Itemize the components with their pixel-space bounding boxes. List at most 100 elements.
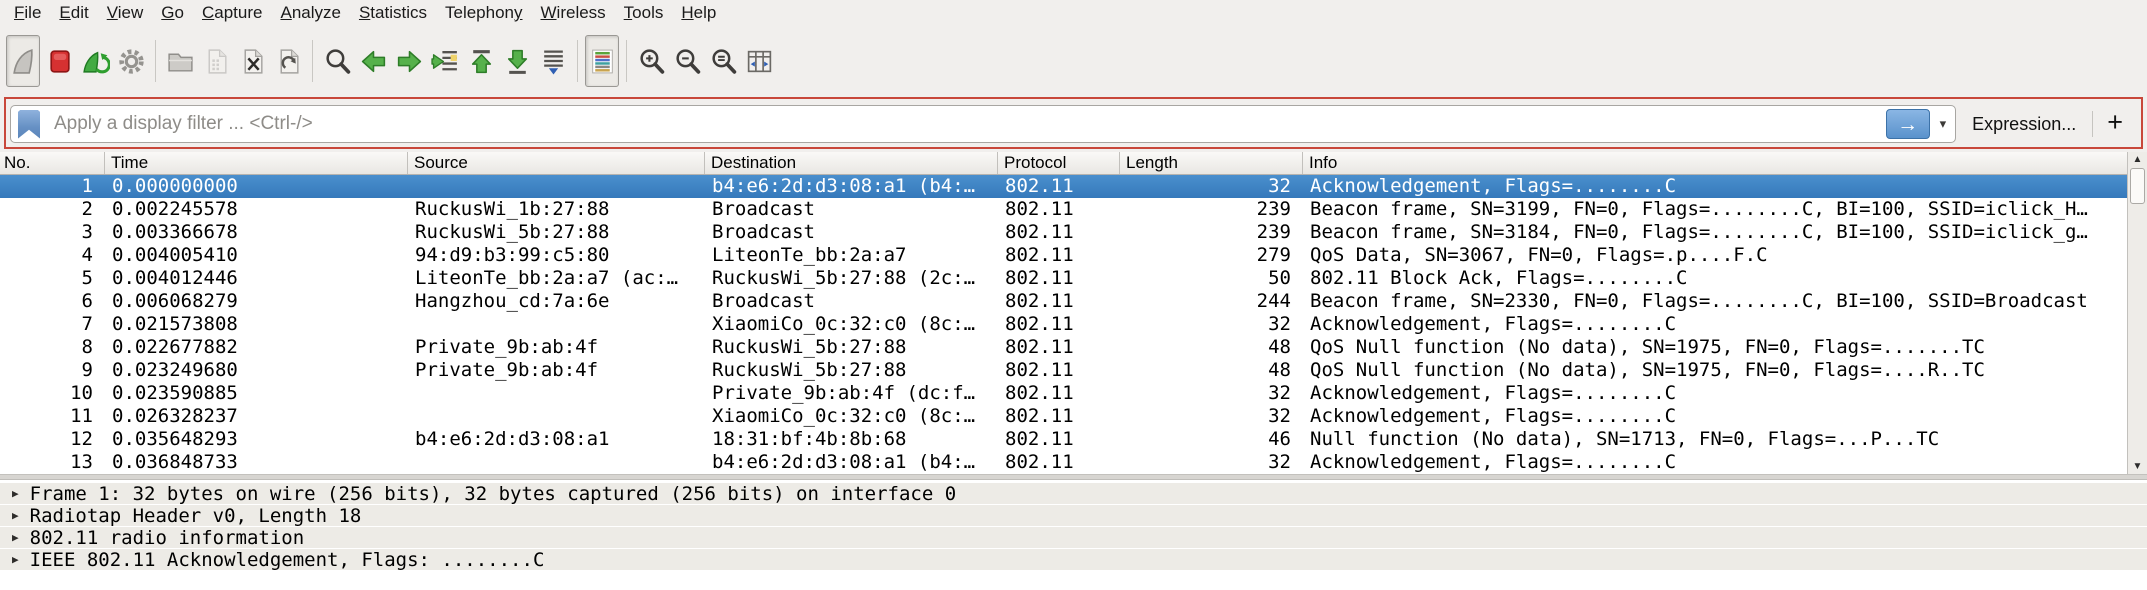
cell-time: 0.036848733: [105, 451, 408, 474]
column-header-protocol[interactable]: Protocol: [998, 152, 1120, 174]
expand-arrow-icon[interactable]: ▶: [12, 509, 19, 522]
column-header-time[interactable]: Time: [105, 152, 408, 174]
toolbar-separator: [312, 40, 313, 82]
column-header-destination[interactable]: Destination: [705, 152, 998, 174]
zoom-out-button[interactable]: [670, 35, 704, 87]
detail-row[interactable]: ▶IEEE 802.11 Acknowledgement, Flags: ...…: [0, 549, 2147, 570]
filter-history-caret-icon[interactable]: ▾: [1940, 116, 1947, 132]
cell-source: LiteonTe_bb:2a:a7 (ac:…: [408, 267, 705, 290]
open-capture-file-button[interactable]: [163, 35, 197, 87]
column-header-info[interactable]: Info: [1303, 152, 2147, 174]
packet-row-9[interactable]: 90.023249680Private_9b:ab:4fRuckusWi_5b:…: [0, 359, 2127, 382]
cell-length: 46: [1120, 428, 1303, 451]
scroll-up-arrow-icon[interactable]: ▲: [2128, 152, 2147, 167]
cell-time: 0.006068279: [105, 290, 408, 313]
detail-row[interactable]: ▶ 802.11 radio information: [0, 527, 2147, 548]
detail-text: 802.11 radio information: [30, 527, 305, 549]
open-capture-file-icon: [166, 47, 195, 76]
save-capture-file-button[interactable]: [199, 35, 233, 87]
add-filter-button[interactable]: +: [2093, 107, 2137, 141]
restart-capture-button[interactable]: [78, 35, 112, 87]
cell-time: 0.023590885: [105, 382, 408, 405]
menu-edit[interactable]: Edit: [50, 3, 97, 23]
cell-length: 32: [1120, 382, 1303, 405]
zoom-original-icon: [709, 47, 738, 76]
detail-text: Radiotap Header v0, Length 18: [30, 505, 362, 527]
cell-source: [408, 175, 705, 198]
apply-filter-button[interactable]: →: [1886, 109, 1930, 139]
cell-length: 48: [1120, 336, 1303, 359]
expression-button[interactable]: Expression...: [1956, 114, 2092, 135]
go-back-button[interactable]: [356, 35, 390, 87]
cell-info: Beacon frame, SN=3184, FN=0, Flags=.....…: [1303, 221, 2127, 244]
menu-view[interactable]: View: [98, 3, 153, 23]
menu-go[interactable]: Go: [152, 3, 193, 23]
cell-protocol: 802.11: [998, 382, 1120, 405]
menu-tools[interactable]: Tools: [615, 3, 673, 23]
auto-scroll-button[interactable]: [536, 35, 570, 87]
main-toolbar: [0, 26, 2147, 96]
menu-file[interactable]: File: [5, 3, 50, 23]
find-packet-button[interactable]: [320, 35, 354, 87]
go-back-icon: [359, 47, 388, 76]
cell-source: Hangzhou_cd:7a:6e: [408, 290, 705, 313]
cell-protocol: 802.11: [998, 451, 1120, 474]
packet-row-4[interactable]: 40.00400541094:d9:b3:99:c5:80LiteonTe_bb…: [0, 244, 2127, 267]
reload-capture-file-button[interactable]: [271, 35, 305, 87]
menu-help[interactable]: Help: [672, 3, 725, 23]
packet-row-11[interactable]: 110.026328237XiaomiCo_0c:32:c0 (8c:…802.…: [0, 405, 2127, 428]
cell-protocol: 802.11: [998, 244, 1120, 267]
packet-row-13[interactable]: 130.036848733b4:e6:2d:d3:08:a1 (b4:…802.…: [0, 451, 2127, 474]
packet-list-scrollbar[interactable]: ▲ ▼: [2127, 152, 2147, 474]
resize-columns-button[interactable]: [742, 35, 776, 87]
cell-protocol: 802.11: [998, 313, 1120, 336]
packet-row-1[interactable]: 10.000000000b4:e6:2d:d3:08:a1 (b4:…802.1…: [0, 175, 2127, 198]
packet-row-6[interactable]: 60.006068279Hangzhou_cd:7a:6eBroadcast80…: [0, 290, 2127, 313]
find-packet-icon: [323, 47, 352, 76]
menu-statistics[interactable]: Statistics: [350, 3, 436, 23]
expand-arrow-icon[interactable]: ▶: [12, 553, 19, 566]
colorize-packets-button[interactable]: [585, 35, 619, 87]
packet-row-3[interactable]: 30.003366678RuckusWi_5b:27:88Broadcast80…: [0, 221, 2127, 244]
packet-row-2[interactable]: 20.002245578RuckusWi_1b:27:88Broadcast80…: [0, 198, 2127, 221]
column-header-no[interactable]: No.: [0, 152, 105, 174]
cell-source: Private_9b:ab:4f: [408, 336, 705, 359]
go-to-packet-button[interactable]: [428, 35, 462, 87]
packet-row-12[interactable]: 120.035648293b4:e6:2d:d3:08:a118:31:bf:4…: [0, 428, 2127, 451]
expand-arrow-icon[interactable]: ▶: [12, 531, 19, 544]
packet-row-8[interactable]: 80.022677882Private_9b:ab:4fRuckusWi_5b:…: [0, 336, 2127, 359]
column-header-length[interactable]: Length: [1120, 152, 1303, 174]
go-first-packet-icon: [467, 47, 496, 76]
menu-wireless[interactable]: Wireless: [532, 3, 615, 23]
cell-length: 239: [1120, 198, 1303, 221]
toolbar-separator: [577, 40, 578, 82]
stop-capture-button[interactable]: [42, 35, 76, 87]
scroll-down-arrow-icon[interactable]: ▼: [2128, 459, 2147, 474]
detail-row[interactable]: ▶Frame 1: 32 bytes on wire (256 bits), 3…: [0, 483, 2147, 504]
packet-row-10[interactable]: 100.023590885Private_9b:ab:4f (dc:f…802.…: [0, 382, 2127, 405]
menu-telephony[interactable]: Telephony: [436, 3, 532, 23]
close-capture-file-button[interactable]: [235, 35, 269, 87]
packet-row-7[interactable]: 70.021573808XiaomiCo_0c:32:c0 (8c:…802.1…: [0, 313, 2127, 336]
cell-source: b4:e6:2d:d3:08:a1: [408, 428, 705, 451]
menu-capture[interactable]: Capture: [193, 3, 271, 23]
expand-arrow-icon[interactable]: ▶: [12, 487, 19, 500]
start-capture-button[interactable]: [6, 35, 40, 87]
menu-analyze[interactable]: Analyze: [271, 3, 349, 23]
cell-destination: b4:e6:2d:d3:08:a1 (b4:…: [705, 175, 998, 198]
packet-row-5[interactable]: 50.004012446LiteonTe_bb:2a:a7 (ac:…Rucku…: [0, 267, 2127, 290]
column-header-source[interactable]: Source: [408, 152, 705, 174]
zoom-in-button[interactable]: [634, 35, 668, 87]
cell-time: 0.035648293: [105, 428, 408, 451]
capture-options-button[interactable]: [114, 35, 148, 87]
go-forward-button[interactable]: [392, 35, 426, 87]
go-first-packet-button[interactable]: [464, 35, 498, 87]
display-filter-input[interactable]: Apply a display filter ... <Ctrl-/> → ▾: [10, 105, 1956, 143]
filter-bookmark-icon[interactable]: [18, 110, 40, 139]
detail-row[interactable]: ▶ Radiotap Header v0, Length 18: [0, 505, 2147, 526]
zoom-original-button[interactable]: [706, 35, 740, 87]
cell-destination: RuckusWi_5b:27:88 (2c:…: [705, 267, 998, 290]
go-last-packet-button[interactable]: [500, 35, 534, 87]
scrollbar-thumb[interactable]: [2130, 168, 2145, 204]
cell-destination: RuckusWi_5b:27:88: [705, 336, 998, 359]
